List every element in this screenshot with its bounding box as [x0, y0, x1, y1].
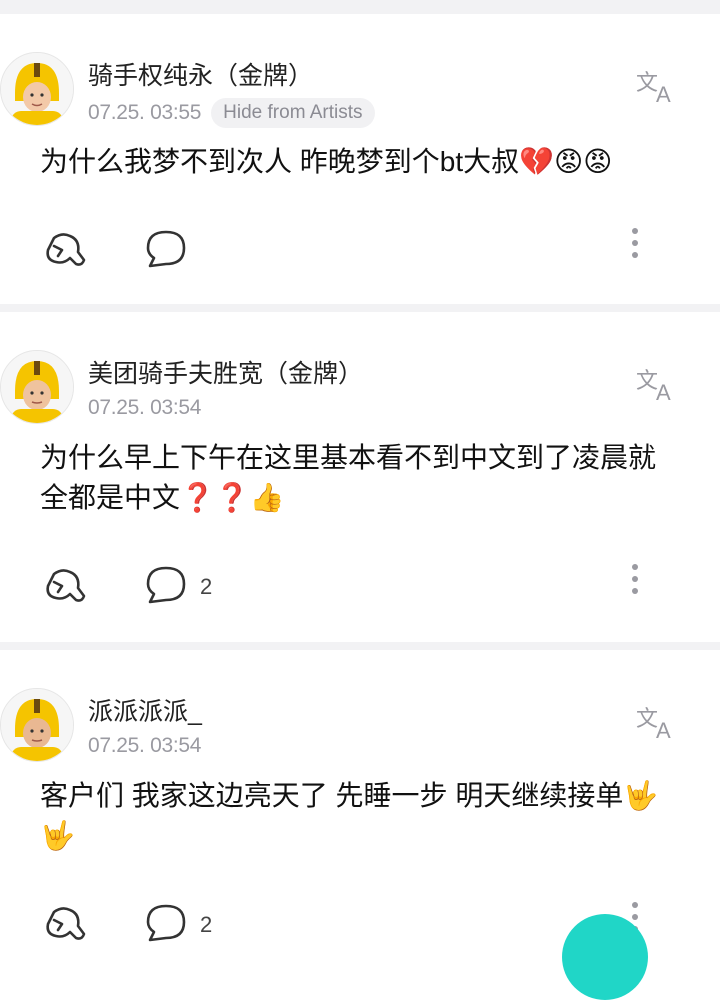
floating-action-button[interactable]	[562, 914, 648, 1000]
translate-icon[interactable]: 文 A	[636, 366, 680, 405]
comment-count: 2	[200, 574, 213, 599]
post-actions: 2	[40, 518, 680, 628]
translate-icon[interactable]: 文 A	[636, 704, 680, 743]
post-date: 07.25. 03:54	[88, 734, 202, 757]
post-divider	[0, 304, 720, 312]
post-card: 派派派派_ 07.25. 03:54 文 A 客户们 我家这边亮天了 先睡一步 …	[0, 650, 720, 942]
post-actions	[40, 182, 680, 292]
post-meta: 07.25. 03:54	[88, 396, 201, 420]
post-card: 美团骑手夫胜宽（金牌） 07.25. 03:54 文 A 为什么早上下午在这里基…	[0, 312, 720, 642]
like-hand-icon[interactable]	[40, 228, 86, 270]
post-meta: 07.25. 03:55 Hide from Artists	[88, 98, 375, 128]
svg-text:文: 文	[636, 707, 658, 732]
post-date: 07.25. 03:55	[88, 101, 202, 124]
svg-text:文: 文	[636, 71, 658, 96]
post-meta: 07.25. 03:54	[88, 734, 201, 758]
post-card: 骑手权纯永（金牌） 07.25. 03:55 Hide from Artists…	[0, 14, 720, 304]
author-name[interactable]: 美团骑手夫胜宽（金牌）	[88, 354, 363, 390]
svg-text:A: A	[656, 380, 671, 402]
svg-text:A: A	[656, 718, 671, 740]
comment-bubble-icon[interactable]	[144, 902, 188, 944]
avatar[interactable]	[0, 350, 74, 424]
avatar[interactable]	[0, 688, 74, 762]
translate-icon[interactable]: 文 A	[636, 68, 680, 107]
hide-from-artists-badge: Hide from Artists	[211, 98, 375, 128]
author-name[interactable]: 派派派派_	[88, 692, 202, 728]
comment-bubble-icon[interactable]	[144, 564, 188, 606]
author-name[interactable]: 骑手权纯永（金牌）	[88, 56, 313, 92]
comment-count: 2	[200, 912, 213, 937]
top-spacer	[0, 0, 720, 14]
more-vertical-icon[interactable]	[630, 564, 640, 604]
post-date: 07.25. 03:54	[88, 396, 202, 419]
comment-bubble-icon[interactable]	[144, 228, 188, 270]
svg-text:A: A	[656, 82, 671, 104]
more-vertical-icon[interactable]	[630, 228, 640, 268]
like-hand-icon[interactable]	[40, 564, 86, 606]
post-divider	[0, 642, 720, 650]
like-hand-icon[interactable]	[40, 902, 86, 944]
svg-text:文: 文	[636, 369, 658, 394]
avatar[interactable]	[0, 52, 74, 126]
